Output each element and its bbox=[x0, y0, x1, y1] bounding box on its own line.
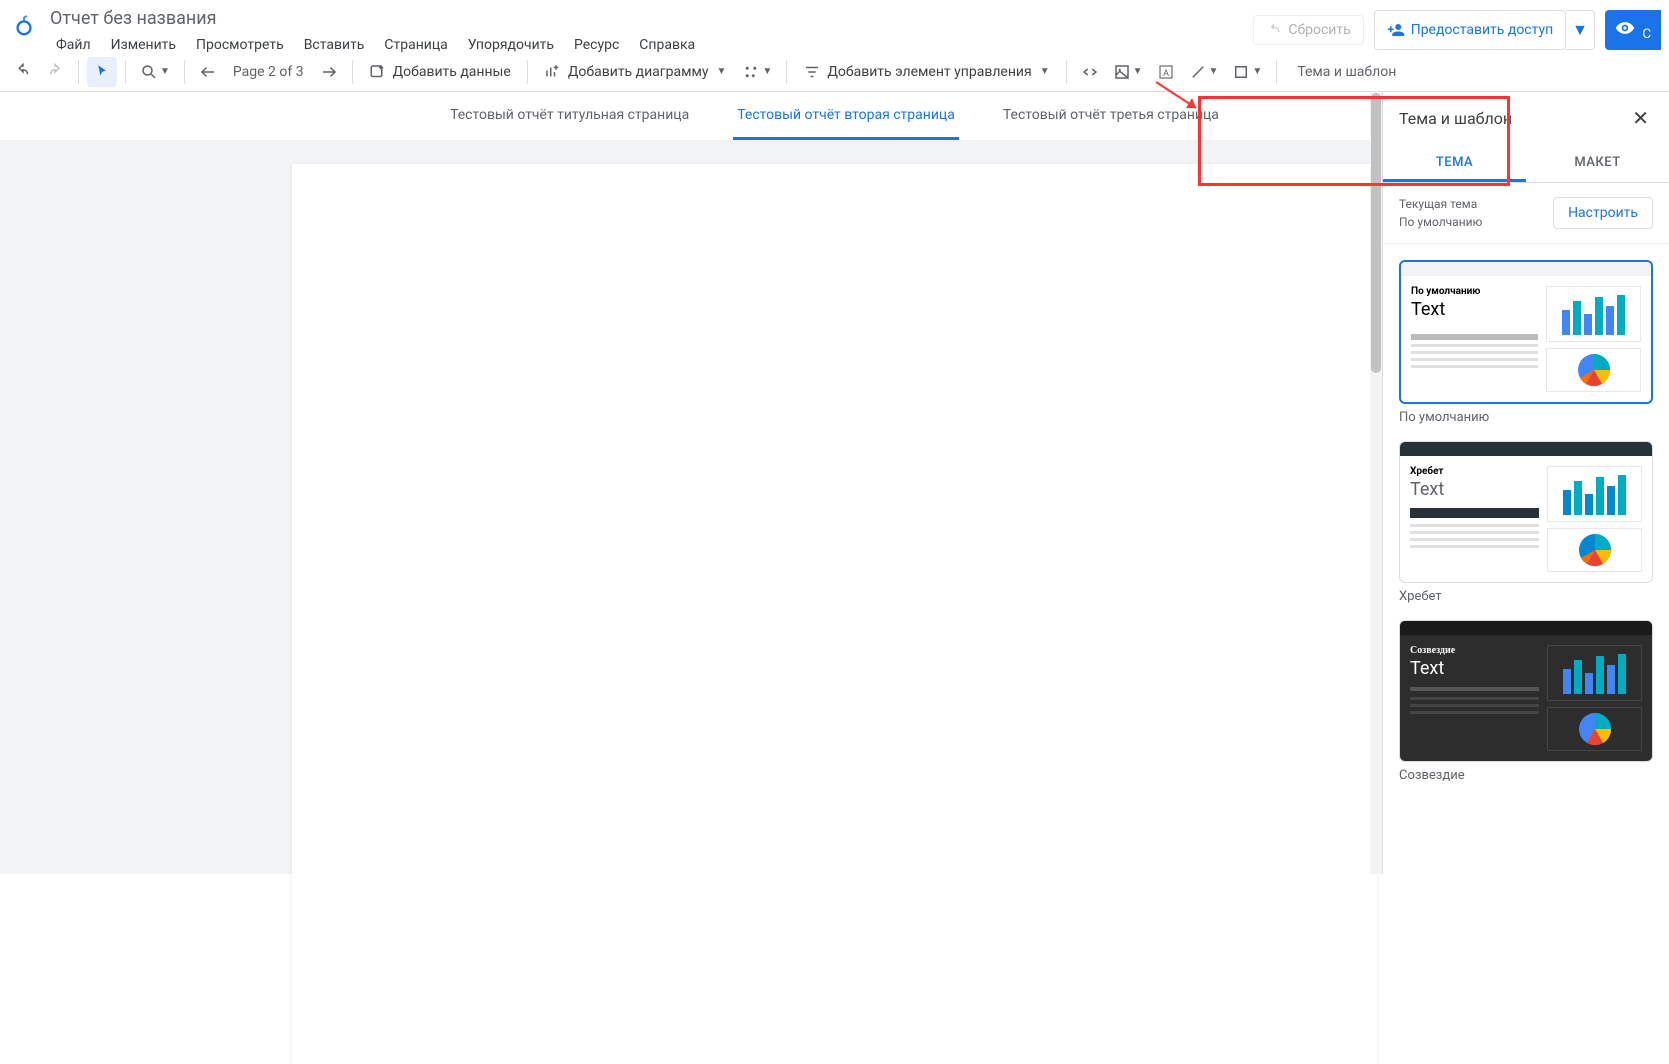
zoom-button[interactable]: ▼ bbox=[134, 57, 176, 87]
share-button[interactable]: Предоставить доступ bbox=[1374, 10, 1566, 50]
menu-file[interactable]: Файл bbox=[46, 33, 101, 57]
chart-add-icon bbox=[544, 63, 562, 81]
toolbar: ▼ Page 2 of 3 Добавить данные Добавить д… bbox=[0, 52, 1669, 92]
theme-card-default[interactable]: По умолчанию Text bbox=[1399, 260, 1653, 404]
theme-name-ridge: Хребет bbox=[1399, 589, 1653, 604]
menu-view[interactable]: Просмотреть bbox=[186, 33, 294, 57]
document-title[interactable]: Отчет без названия bbox=[46, 6, 1253, 31]
theme-preview-text: Text bbox=[1410, 479, 1539, 500]
tab-page-1[interactable]: Тестовый отчёт титульная страница bbox=[446, 93, 693, 140]
app-header: Отчет без названия Файл Изменить Просмот… bbox=[0, 0, 1669, 52]
pie-chart-icon bbox=[1546, 348, 1641, 392]
shape-button[interactable]: ▼ bbox=[1226, 57, 1268, 87]
eye-icon bbox=[1615, 18, 1635, 38]
scrollbar-thumb[interactable] bbox=[1371, 93, 1381, 373]
menubar: Файл Изменить Просмотреть Вставить Стран… bbox=[46, 33, 1253, 57]
theme-preview-title: Созвездие bbox=[1410, 645, 1539, 656]
pie-chart-icon bbox=[1547, 707, 1642, 751]
menu-help[interactable]: Справка bbox=[629, 33, 705, 57]
filter-icon bbox=[803, 63, 821, 81]
annotation-arrow-icon bbox=[1152, 78, 1206, 118]
menu-page[interactable]: Страница bbox=[374, 33, 457, 57]
bar-chart-icon bbox=[1547, 645, 1642, 701]
add-control-button[interactable]: Добавить элемент управления▼ bbox=[795, 57, 1057, 87]
next-page-button[interactable] bbox=[314, 57, 344, 87]
database-add-icon bbox=[369, 63, 387, 81]
close-icon[interactable]: ✕ bbox=[1628, 102, 1653, 134]
title-area: Отчет без названия Файл Изменить Просмот… bbox=[46, 6, 1253, 57]
header-actions: Сбросить Предоставить доступ ▼ С bbox=[1253, 10, 1661, 50]
add-chart-button[interactable]: Добавить диаграмму▼ bbox=[536, 57, 735, 87]
app-logo[interactable] bbox=[8, 10, 40, 42]
image-button[interactable]: ▼ bbox=[1107, 57, 1149, 87]
canvas-scrollbar[interactable] bbox=[1370, 93, 1382, 874]
page-indicator: Page 2 of 3 bbox=[233, 64, 304, 80]
undo-button[interactable] bbox=[8, 57, 38, 87]
person-add-icon bbox=[1387, 21, 1405, 39]
panel-tab-layout[interactable]: МАКЕТ bbox=[1526, 143, 1669, 182]
menu-edit[interactable]: Изменить bbox=[101, 33, 186, 57]
configure-button[interactable]: Настроить bbox=[1553, 197, 1653, 229]
panel-tabs: ТЕМА МАКЕТ bbox=[1383, 143, 1669, 183]
panel-title: Тема и шаблон bbox=[1399, 109, 1512, 128]
theme-preview-text: Text bbox=[1410, 658, 1539, 679]
theme-name-constellation: Созвездие bbox=[1399, 768, 1653, 783]
bar-chart-icon bbox=[1547, 466, 1642, 522]
embed-button[interactable] bbox=[1075, 57, 1105, 87]
svg-text:A: A bbox=[1163, 68, 1169, 78]
panel-tab-theme[interactable]: ТЕМА bbox=[1383, 143, 1526, 182]
theme-card-ridge[interactable]: Хребет Text bbox=[1399, 441, 1653, 583]
menu-arrange[interactable]: Упорядочить bbox=[458, 33, 564, 57]
menu-insert[interactable]: Вставить bbox=[294, 33, 375, 57]
theme-layout-label[interactable]: Тема и шаблон bbox=[1297, 64, 1396, 80]
current-theme-section: Текущая тема По умолчанию Настроить bbox=[1383, 183, 1669, 244]
current-theme-label: Текущая тема bbox=[1399, 195, 1482, 213]
add-data-button[interactable]: Добавить данные bbox=[361, 57, 519, 87]
undo-icon bbox=[1266, 22, 1282, 38]
community-viz-button[interactable]: ▼ bbox=[736, 57, 778, 87]
report-canvas[interactable] bbox=[292, 164, 1377, 1064]
bar-chart-icon bbox=[1546, 286, 1641, 342]
prev-page-button[interactable] bbox=[193, 57, 223, 87]
theme-panel: Тема и шаблон ✕ ТЕМА МАКЕТ Текущая тема … bbox=[1382, 93, 1669, 874]
redo-button[interactable] bbox=[40, 57, 70, 87]
theme-preview-text: Text bbox=[1411, 299, 1538, 320]
menu-resource[interactable]: Ресурс bbox=[564, 33, 629, 57]
tab-page-2[interactable]: Тестовый отчёт вторая страница bbox=[733, 93, 959, 140]
theme-preview-title: По умолчанию bbox=[1411, 286, 1538, 297]
theme-card-constellation[interactable]: Созвездие Text bbox=[1399, 620, 1653, 762]
pie-chart-icon bbox=[1547, 528, 1642, 572]
current-theme-value: По умолчанию bbox=[1399, 213, 1482, 231]
theme-name-default: По умолчанию bbox=[1399, 410, 1653, 425]
theme-list[interactable]: По умолчанию Text По умолчанию Хребет bbox=[1383, 244, 1669, 865]
theme-preview-title: Хребет bbox=[1410, 466, 1539, 477]
select-tool[interactable] bbox=[87, 57, 117, 87]
reset-button[interactable]: Сбросить bbox=[1253, 15, 1363, 45]
view-button[interactable]: С bbox=[1605, 10, 1661, 50]
share-dropdown[interactable]: ▼ bbox=[1566, 10, 1595, 50]
panel-header: Тема и шаблон ✕ bbox=[1383, 93, 1669, 143]
